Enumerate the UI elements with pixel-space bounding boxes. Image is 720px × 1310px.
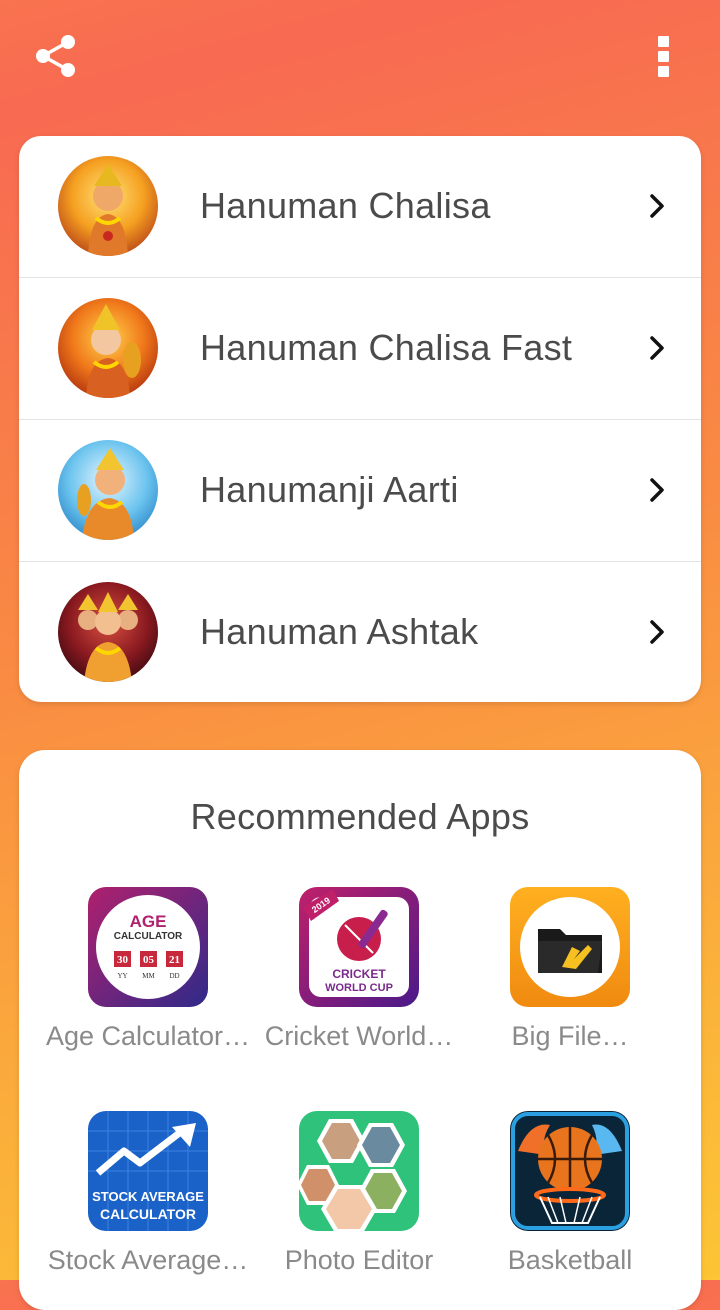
svg-text:CALCULATOR: CALCULATOR [114, 931, 183, 942]
menu-item-hanuman-ashtak[interactable]: Hanuman Ashtak [19, 562, 701, 702]
panchmukhi-hanuman-avatar [58, 582, 158, 682]
hanuman-avatar [58, 156, 158, 256]
cricket-world-cup-icon: 2019 CRICKET WORLD CUP [299, 887, 419, 1007]
menu-item-hanuman-chalisa[interactable]: Hanuman Chalisa [19, 136, 701, 278]
chevron-right-icon [650, 478, 664, 502]
svg-text:CALCULATOR: CALCULATOR [100, 1206, 196, 1222]
app-photo-editor[interactable]: Photo Editor [254, 1111, 464, 1301]
menu-item-hanumanji-aarti[interactable]: Hanumanji Aarti [19, 420, 701, 562]
svg-text:30: 30 [117, 954, 129, 966]
app-age-calculator[interactable]: AGE CALCULATOR 30 05 21 YY MM DD Age Cal… [43, 887, 253, 1077]
app-label: Age Calculator… [45, 1021, 251, 1051]
app-big-file[interactable]: Big File… [465, 887, 675, 1077]
menu-item-label: Hanuman Chalisa Fast [200, 327, 573, 368]
menu-item-label: Hanuman Chalisa [200, 185, 491, 226]
svg-text:05: 05 [143, 954, 155, 966]
photo-editor-icon [299, 1111, 419, 1231]
basketball-icon [510, 1111, 630, 1231]
recommended-apps-card: Recommended Apps AGE CALCULATOR 30 05 21… [19, 750, 701, 1310]
chevron-right-icon [650, 620, 664, 644]
age-calculator-icon: AGE CALCULATOR 30 05 21 YY MM DD [88, 887, 208, 1007]
recommended-apps-title: Recommended Apps [190, 796, 530, 837]
svg-text:STOCK AVERAGE: STOCK AVERAGE [92, 1189, 204, 1204]
stock-average-icon: STOCK AVERAGE CALCULATOR [88, 1111, 208, 1231]
svg-text:21: 21 [169, 954, 180, 966]
svg-text:AGE: AGE [130, 912, 167, 931]
app-label: Stock Average… [47, 1245, 249, 1275]
hanuman-avatar [58, 298, 158, 398]
app-cricket-world-cup[interactable]: 2019 CRICKET WORLD CUP Cricket World… [254, 887, 464, 1077]
share-icon[interactable] [30, 30, 82, 82]
menu-item-label: Hanuman Ashtak [200, 611, 479, 652]
svg-text:WORLD CUP: WORLD CUP [325, 982, 393, 994]
svg-text:YY: YY [117, 972, 127, 980]
app-stock-average-calculator[interactable]: STOCK AVERAGE CALCULATOR Stock Average… [43, 1111, 253, 1301]
svg-text:DD: DD [169, 972, 179, 980]
svg-text:CRICKET: CRICKET [332, 967, 386, 981]
hanuman-avatar [58, 440, 158, 540]
big-file-icon [510, 887, 630, 1007]
menu-item-label: Hanumanji Aarti [200, 469, 459, 510]
top-bar [0, 0, 720, 115]
chevron-right-icon [650, 194, 664, 218]
svg-text:MM: MM [142, 972, 155, 980]
app-label: Basketball [507, 1245, 633, 1275]
app-label: Cricket World… [264, 1021, 454, 1051]
menu-card: Hanuman Chalisa Hanuman Chalisa Fast Han… [19, 136, 701, 702]
app-label: Photo Editor [284, 1245, 434, 1275]
chevron-right-icon [650, 336, 664, 360]
menu-item-hanuman-chalisa-fast[interactable]: Hanuman Chalisa Fast [19, 278, 701, 420]
app-label: Big File… [511, 1021, 629, 1051]
more-vertical-icon[interactable] [646, 32, 682, 80]
app-basketball[interactable]: Basketball [465, 1111, 675, 1301]
